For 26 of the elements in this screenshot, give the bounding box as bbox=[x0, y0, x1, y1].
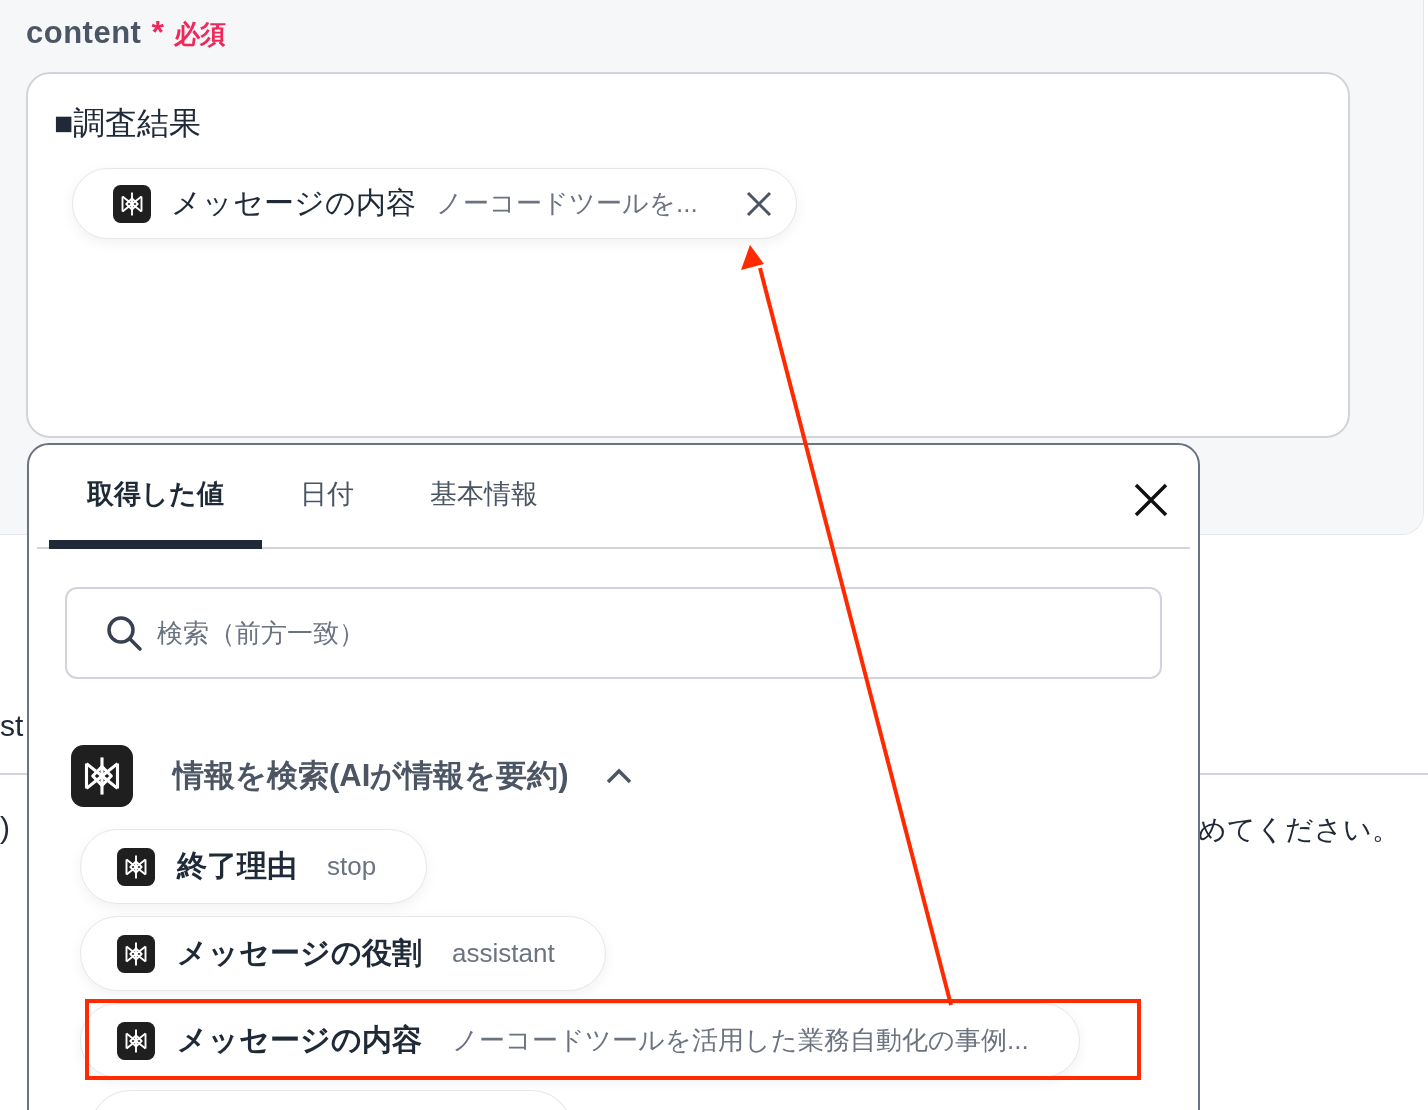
variable-item[interactable]: メッセージの役割 assistant bbox=[80, 916, 606, 991]
app-icon bbox=[113, 184, 151, 223]
content-editor[interactable]: ■調査結果 メッセージの内容 ノーコードツールを... bbox=[26, 72, 1350, 438]
close-icon[interactable] bbox=[1134, 483, 1168, 517]
app-icon bbox=[117, 1021, 155, 1060]
app-icon bbox=[71, 745, 133, 807]
required-mark: * bbox=[151, 14, 164, 51]
variable-chip[interactable]: メッセージの内容 ノーコードツールを... bbox=[72, 168, 797, 239]
tab[interactable]: 日付 bbox=[262, 476, 392, 549]
search-field[interactable]: 検索（前方一致） bbox=[65, 587, 1162, 679]
group-title: 情報を検索(AIが情報を要約) bbox=[173, 757, 569, 795]
tab[interactable]: 取得した値 bbox=[49, 476, 262, 549]
app-icon bbox=[117, 847, 155, 886]
close-icon[interactable] bbox=[745, 190, 772, 217]
variable-item[interactable]: 終了理由 stop bbox=[80, 829, 428, 904]
background-text: st bbox=[0, 709, 24, 743]
app-icon bbox=[117, 934, 155, 973]
background-text: めてください。 bbox=[1198, 813, 1400, 847]
tab[interactable]: 基本情報 bbox=[392, 476, 576, 549]
chevron-up-icon[interactable] bbox=[604, 767, 633, 785]
required-label: 必須 bbox=[173, 18, 226, 51]
variable-item[interactable]: メッセージの内容 ノーコードツールを活用した業務自動化の事例... bbox=[80, 1003, 1080, 1078]
background-text: ) bbox=[0, 811, 10, 846]
field-label: content bbox=[26, 15, 142, 51]
search-icon bbox=[105, 614, 143, 652]
editor-text: ■調査結果 bbox=[54, 104, 203, 143]
